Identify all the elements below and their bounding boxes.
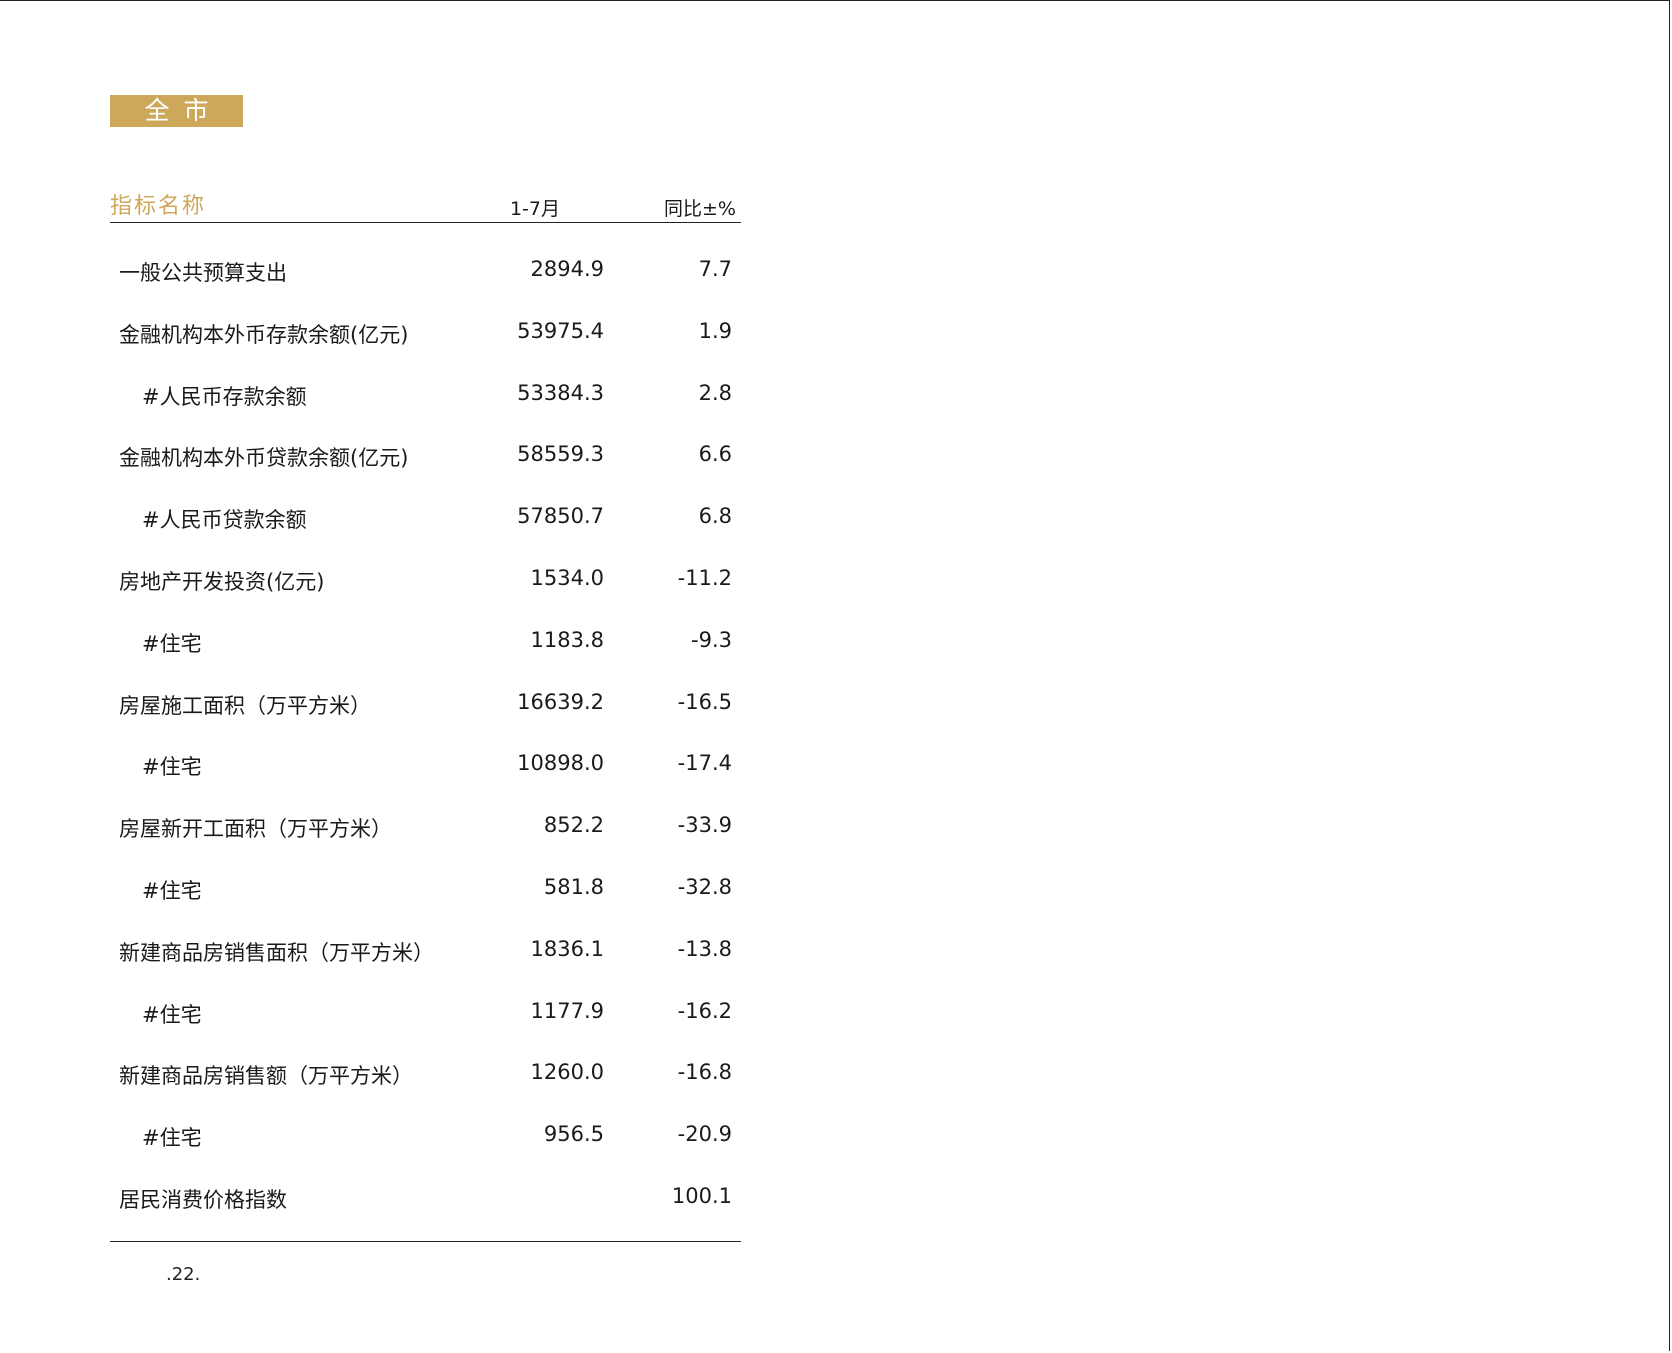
table-row: #住宅 10898.0 -17.4: [110, 733, 741, 795]
row-yoy-value: 6.6: [698, 442, 732, 467]
row-yoy-value: -17.4: [677, 751, 732, 776]
row-yoy-value: -16.8: [677, 1060, 732, 1085]
row-yoy-value: 6.8: [698, 504, 732, 529]
row-period-value: 1177.9: [530, 998, 604, 1023]
indicator-table: 指标名称 1-7月 同比±% 一般公共预算支出 2894.9 7.7 金融机构本外币存…: [110, 186, 741, 1228]
row-yoy-value: -20.9: [677, 1122, 732, 1147]
row-period-value: 10898.0: [517, 751, 604, 776]
row-indicator-name: 新建商品房销售面积（万平方米）: [119, 940, 434, 965]
row-indicator-name: 金融机构本外币贷款余额(亿元): [119, 446, 409, 471]
row-yoy-value: 7.7: [698, 257, 732, 281]
row-yoy-value: 1.9: [698, 318, 732, 343]
row-yoy-value: -32.8: [677, 874, 732, 899]
table-body: 一般公共预算支出 2894.9 7.7 金融机构本外币存款余额(亿元) 53975.4 1…: [110, 223, 741, 1228]
table-row: 新建商品房销售面积（万平方米） 1836.1 -13.8: [110, 919, 741, 981]
row-indicator-name: #住宅: [142, 755, 202, 780]
table-row: 金融机构本外币贷款余额(亿元) 58559.3 6.6: [110, 424, 741, 486]
row-indicator-name: 居民消费价格指数: [119, 1187, 287, 1212]
row-indicator-name: #住宅: [142, 1126, 202, 1151]
row-yoy-value: -9.3: [691, 627, 732, 652]
table-row: #住宅 1177.9 -16.2: [110, 981, 741, 1043]
row-yoy-value: 100.1: [671, 1183, 732, 1208]
row-period-value: 16639.2: [517, 689, 604, 714]
row-yoy-value: -11.2: [677, 565, 732, 590]
table-row: #住宅 956.5 -20.9: [110, 1104, 741, 1166]
table-row: #住宅 581.8 -32.8: [110, 857, 741, 919]
row-period-value: 53975.4: [517, 318, 604, 343]
header-period: 1-7月: [509, 198, 561, 220]
table-row: 一般公共预算支出 2894.9 7.7: [110, 239, 741, 301]
row-period-value: 58559.3: [517, 442, 604, 467]
row-period-value: 1836.1: [530, 936, 604, 961]
table-row: #住宅 1183.8 -9.3: [110, 610, 741, 672]
row-indicator-name: #住宅: [142, 878, 202, 903]
table-row: #人民币贷款余额 57850.7 6.8: [110, 486, 741, 548]
row-period-value: 2894.9: [530, 257, 604, 281]
header-indicator-name: 指标名称: [110, 194, 207, 219]
table-row: 金融机构本外币存款余额(亿元) 53975.4 1.9: [110, 301, 741, 363]
row-indicator-name: #人民币贷款余额: [142, 508, 307, 533]
table-bottom-rule: [110, 1241, 741, 1242]
row-indicator-name: 房屋施工面积（万平方米）: [119, 693, 371, 718]
row-yoy-value: -16.2: [677, 998, 732, 1023]
row-indicator-name: 房屋新开工面积（万平方米）: [119, 817, 392, 842]
table-row: 新建商品房销售额（万平方米） 1260.0 -16.8: [110, 1042, 741, 1104]
row-indicator-name: 新建商品房销售额（万平方米）: [119, 1064, 413, 1089]
row-yoy-value: 2.8: [698, 380, 732, 405]
row-period-value: 1183.8: [530, 627, 604, 652]
table-row: 房屋新开工面积（万平方米） 852.2 -33.9: [110, 795, 741, 857]
table-row: 房屋施工面积（万平方米） 16639.2 -16.5: [110, 672, 741, 734]
table-row: 房地产开发投资(亿元) 1534.0 -11.2: [110, 548, 741, 610]
row-indicator-name: 金融机构本外币存款余额(亿元): [119, 322, 409, 347]
row-period-value: 852.2: [543, 813, 604, 838]
row-period-value: 1260.0: [530, 1060, 604, 1085]
row-period-value: 53384.3: [517, 380, 604, 405]
row-indicator-name: 一般公共预算支出: [119, 261, 287, 285]
row-yoy-value: -13.8: [677, 936, 732, 961]
table-header: 指标名称 1-7月 同比±%: [110, 186, 741, 223]
region-badge: 全市: [110, 95, 243, 127]
page-number: .22.: [166, 1264, 201, 1285]
row-yoy-value: -33.9: [677, 813, 732, 838]
row-period-value: 1534.0: [530, 565, 604, 590]
table-row: #人民币存款余额 53384.3 2.8: [110, 363, 741, 425]
row-indicator-name: #住宅: [142, 1002, 202, 1027]
row-yoy-value: -16.5: [677, 689, 732, 714]
row-period-value: 956.5: [543, 1122, 604, 1147]
row-indicator-name: #人民币存款余额: [142, 384, 307, 409]
table-row: 居民消费价格指数 100.1: [110, 1166, 741, 1228]
row-period-value: 57850.7: [517, 504, 604, 529]
row-period-value: 581.8: [543, 874, 604, 899]
header-yoy: 同比±%: [664, 198, 736, 220]
row-indicator-name: 房地产开发投资(亿元): [119, 569, 325, 594]
row-indicator-name: #住宅: [142, 631, 202, 656]
